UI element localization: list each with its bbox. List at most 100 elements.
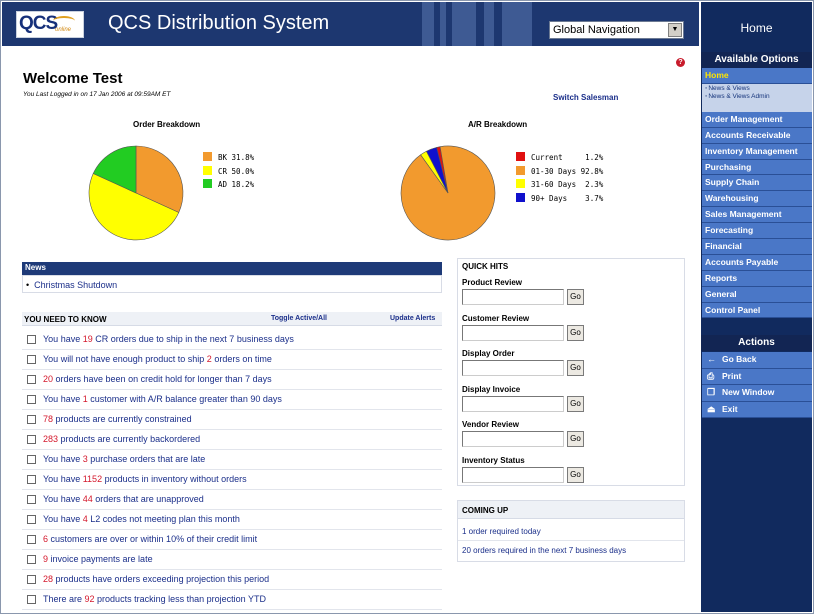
legend-label: CR 50.0% xyxy=(218,166,255,176)
legend-swatch xyxy=(203,165,212,175)
sidebar-item-accounts-payable[interactable]: Accounts Payable xyxy=(702,254,812,271)
alert-checkbox[interactable] xyxy=(27,375,36,384)
sidebar-item-sales-management[interactable]: Sales Management xyxy=(702,207,812,224)
alert-link[interactable]: You have 19 CR orders due to ship in the… xyxy=(43,334,294,344)
sidebar-item-control-panel[interactable]: Control Panel xyxy=(702,302,812,319)
switch-salesman-link[interactable]: Switch Salesman xyxy=(553,93,618,102)
order-breakdown-title: Order Breakdown xyxy=(133,120,201,129)
alert-link[interactable]: You have 1 customer with A/R balance gre… xyxy=(43,394,282,404)
alert-checkbox[interactable] xyxy=(27,535,36,544)
exit-button[interactable]: ⏏ Exit xyxy=(702,401,812,418)
quick-hit-label-display-order: Display Order xyxy=(462,349,515,358)
coming-up-item[interactable]: 20 orders required in the next 7 busines… xyxy=(462,546,626,555)
alert-checkbox[interactable] xyxy=(27,335,36,344)
display-invoice-go-button[interactable]: Go xyxy=(567,395,584,412)
help-icon[interactable]: ? xyxy=(676,58,685,67)
alert-checkbox[interactable] xyxy=(27,555,36,564)
sidebar-item-supply-chain[interactable]: Supply Chain xyxy=(702,175,812,192)
product-review-input[interactable] xyxy=(462,289,564,305)
print-button[interactable]: ⎙ Print xyxy=(702,368,812,385)
alert-text: CR orders due to ship in the next 7 busi… xyxy=(92,334,294,344)
alert-text: products are currently constrained xyxy=(53,414,192,424)
alert-link[interactable]: 283 products are currently backordered xyxy=(43,434,200,444)
alert-checkbox[interactable] xyxy=(27,595,36,604)
alert-link[interactable]: You have 44 orders that are unapproved xyxy=(43,494,204,504)
alert-checkbox[interactable] xyxy=(27,415,36,424)
alert-count: 44 xyxy=(82,494,93,504)
alert-checkbox[interactable] xyxy=(27,455,36,464)
alert-link[interactable]: 78 products are currently constrained xyxy=(43,414,192,424)
alert-count: 28 xyxy=(43,574,54,584)
legend-swatch xyxy=(516,152,525,161)
display-invoice-input[interactable] xyxy=(462,395,564,412)
alert-link[interactable]: 20 orders have been on credit hold for l… xyxy=(43,374,272,384)
alert-checkbox[interactable] xyxy=(27,515,36,524)
new-window-button[interactable]: ❐ New Window xyxy=(702,385,812,402)
alert-count: 19 xyxy=(82,334,93,344)
submenu-item-news-views[interactable]: News & Views xyxy=(705,85,809,93)
update-alerts-link[interactable]: Update Alerts xyxy=(390,315,435,322)
alert-link[interactable]: There are 92 products tracking less than… xyxy=(43,594,266,604)
logo-subtext: online xyxy=(55,27,72,33)
order-breakdown-legend: BK 31.8% CR 50.0% AD 18.2% xyxy=(203,152,254,193)
inventory-status-input[interactable] xyxy=(462,466,564,483)
sidebar-item-forecasting[interactable]: Forecasting xyxy=(702,223,812,240)
chevron-down-icon[interactable]: ▼ xyxy=(668,23,682,37)
customer-review-input[interactable] xyxy=(462,324,564,341)
display-order-input[interactable] xyxy=(462,360,564,376)
sidebar-item-reports[interactable]: Reports xyxy=(702,270,812,287)
legend-label: Current 1.2% xyxy=(531,153,604,162)
vendor-review-go-button[interactable]: Go xyxy=(567,431,584,447)
alert-link[interactable]: You have 1152 products in inventory with… xyxy=(43,474,247,484)
sidebar-item-purchasing[interactable]: Purchasing xyxy=(702,159,812,176)
submenu-item-news-views-admin[interactable]: News & Views Admin xyxy=(705,93,809,101)
toggle-active-all-link[interactable]: Toggle Active/All xyxy=(271,315,327,322)
alert-link[interactable]: 6 customers are over or within 10% of th… xyxy=(43,534,257,544)
sidebar-item-home[interactable]: Home xyxy=(702,68,812,84)
new-window-icon: ❐ xyxy=(707,387,716,397)
alert-link[interactable]: You have 3 purchase orders that are late xyxy=(43,454,205,464)
ar-breakdown-title: A/R Breakdown xyxy=(468,120,528,129)
vendor-review-input[interactable] xyxy=(462,431,564,447)
alert-checkbox[interactable] xyxy=(27,575,36,584)
go-back-button[interactable]: ← Go Back xyxy=(702,352,812,369)
sidebar-item-financial[interactable]: Financial xyxy=(702,239,812,255)
sidebar-item-order-management[interactable]: Order Management xyxy=(702,111,812,128)
sidebar-item-inventory-management[interactable]: Inventory Management xyxy=(702,143,812,160)
alert-checkbox[interactable] xyxy=(27,435,36,444)
qcs-logo[interactable]: QCS online xyxy=(16,11,84,38)
alert-text: You have xyxy=(43,514,83,524)
quick-hit-label-inventory-status: Inventory Status xyxy=(462,455,525,465)
news-header: News xyxy=(22,262,442,275)
alert-link[interactable]: You have 4 L2 codes not meeting plan thi… xyxy=(43,514,240,524)
display-order-go-button[interactable]: Go xyxy=(567,360,584,376)
sidebar-item-general[interactable]: General xyxy=(702,286,812,303)
home-submenu: News & ViewsNews & Views Admin xyxy=(702,83,812,112)
alert-text: customer with A/R balance greater than 9… xyxy=(87,394,282,404)
sidebar-item-accounts-receivable[interactable]: Accounts Receivable xyxy=(702,127,812,144)
divider xyxy=(458,540,684,541)
alert-text: products tracking less than projection Y… xyxy=(94,594,266,604)
coming-up-item[interactable]: 1 order required today xyxy=(462,527,541,536)
logo-text: QCS xyxy=(19,13,58,34)
inventory-status-go-button[interactable]: Go xyxy=(567,466,584,483)
global-navigation-select[interactable]: Global Navigation ▼ xyxy=(549,21,684,39)
quick-hit-label-product-review: Product Review xyxy=(462,278,523,287)
alert-checkbox[interactable] xyxy=(27,495,36,504)
coming-up-title: COMING UP xyxy=(462,506,509,515)
alert-checkbox[interactable] xyxy=(27,475,36,484)
global-navigation-value: Global Navigation xyxy=(553,24,640,36)
alert-checkbox[interactable] xyxy=(27,395,36,404)
alert-link[interactable]: 9 invoice payments are late xyxy=(43,554,153,564)
sidebar-item-warehousing[interactable]: Warehousing xyxy=(702,191,812,208)
product-review-go-button[interactable]: Go xyxy=(567,289,584,305)
alert-row: You have 4 L2 codes not meeting plan thi… xyxy=(22,510,442,530)
alert-checkbox[interactable] xyxy=(27,355,36,364)
news-item[interactable]: Christmas Shutdown xyxy=(26,280,117,290)
alert-link[interactable]: You will not have enough product to ship… xyxy=(43,354,272,364)
alert-row: You have 44 orders that are unapproved xyxy=(22,490,442,510)
alert-link[interactable]: 28 products have orders exceeding projec… xyxy=(43,574,269,584)
customer-review-go-button[interactable]: Go xyxy=(567,324,584,341)
legend-entry-01-30-days: 01-30 Days 92.8% xyxy=(516,165,603,180)
printer-icon: ⎙ xyxy=(707,370,715,381)
